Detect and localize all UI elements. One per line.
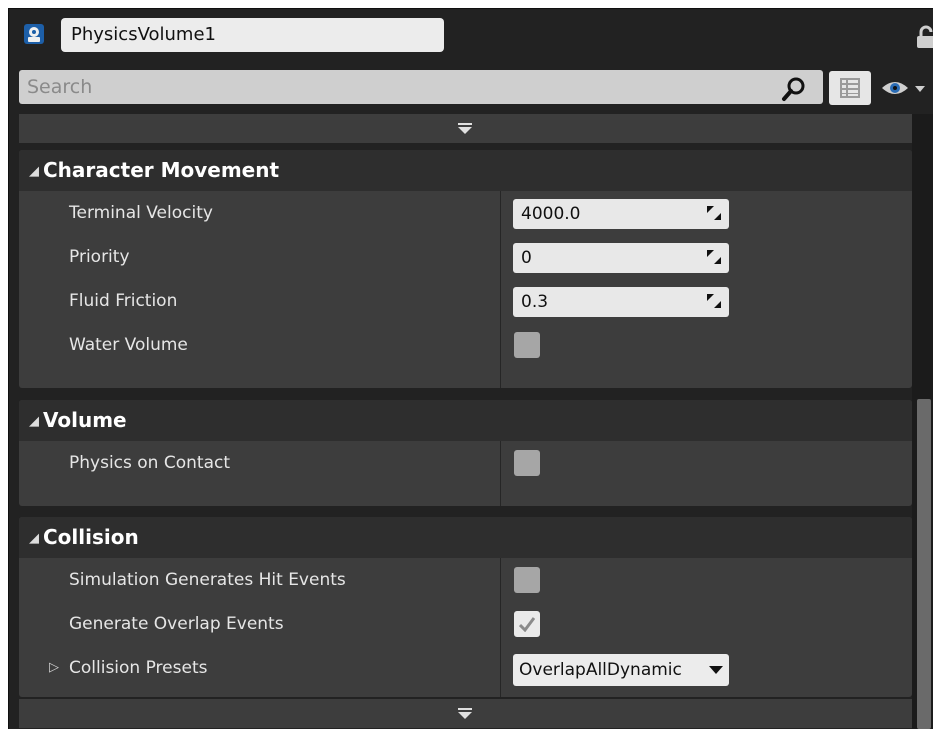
details-panel: PhysicsVolume1 Search ◢ Character Moveme… — [8, 8, 933, 729]
property-row: Terminal Velocity 4000.0 — [19, 191, 912, 235]
search-icon[interactable] — [781, 76, 807, 102]
physics-on-contact-checkbox[interactable] — [514, 450, 540, 476]
water-volume-checkbox[interactable] — [514, 332, 540, 358]
category-volume: ◢ Volume Physics on Contact — [19, 400, 912, 506]
chevron-down-icon — [709, 666, 723, 674]
drag-handle-icon[interactable] — [707, 250, 721, 264]
advanced-toggle-bottom[interactable] — [19, 699, 912, 728]
property-label: Physics on Contact — [69, 453, 230, 473]
category-title: Character Movement — [43, 158, 280, 182]
drag-handle-icon[interactable] — [707, 206, 721, 220]
dropdown-value: OverlapAllDynamic — [519, 660, 682, 680]
property-label: Fluid Friction — [69, 291, 178, 311]
advanced-toggle-top[interactable] — [19, 114, 912, 143]
hit-events-checkbox[interactable] — [514, 567, 540, 593]
property-label: Priority — [69, 247, 130, 267]
expand-arrow-icon[interactable]: ▷ — [49, 646, 59, 690]
property-row: Physics on Contact — [19, 441, 912, 485]
collapse-arrow-icon: ◢ — [29, 414, 39, 429]
field-value: 4000.0 — [521, 204, 581, 224]
collapse-arrow-icon: ◢ — [29, 164, 39, 179]
property-row: Priority 0 — [19, 235, 912, 279]
category-character-movement: ◢ Character Movement Terminal Velocity 40… — [19, 150, 912, 388]
search-input[interactable]: Search — [19, 70, 823, 104]
category-header[interactable]: ◢ Volume — [19, 400, 912, 441]
category-title: Volume — [43, 408, 127, 432]
category-title: Collision — [43, 525, 139, 549]
fluid-friction-field[interactable]: 0.3 — [513, 287, 729, 317]
property-label: Simulation Generates Hit Events — [69, 570, 346, 590]
overlap-events-checkbox[interactable] — [514, 611, 540, 637]
actor-name-field[interactable]: PhysicsVolume1 — [61, 18, 444, 52]
property-label: Generate Overlap Events — [69, 614, 284, 634]
category-collision: ◢ Collision Simulation Generates Hit Even… — [19, 517, 912, 697]
expand-arrow-icon — [458, 708, 472, 719]
field-value: 0 — [521, 248, 532, 268]
priority-field[interactable]: 0 — [513, 243, 729, 273]
category-header[interactable]: ◢ Character Movement — [19, 150, 912, 191]
property-row: Generate Overlap Events — [19, 602, 912, 646]
property-label: Terminal Velocity — [69, 203, 213, 223]
property-label: Collision Presets — [69, 658, 208, 678]
expand-arrow-icon — [458, 123, 472, 134]
lock-icon[interactable] — [915, 25, 933, 49]
category-header[interactable]: ◢ Collision — [19, 517, 912, 558]
field-value: 0.3 — [521, 292, 549, 312]
property-row: Water Volume — [19, 323, 912, 367]
collapse-arrow-icon: ◢ — [29, 531, 39, 546]
property-row: ▷ Collision Presets OverlapAllDynamic — [19, 646, 912, 690]
eye-icon[interactable] — [879, 75, 933, 101]
grid-icon — [840, 78, 860, 98]
actor-icon — [23, 23, 45, 45]
property-row: Simulation Generates Hit Events — [19, 558, 912, 602]
property-label: Water Volume — [69, 335, 188, 355]
view-options-button[interactable] — [829, 71, 871, 105]
drag-handle-icon[interactable] — [707, 294, 721, 308]
terminal-velocity-field[interactable]: 4000.0 — [513, 199, 729, 229]
scrollbar-thumb[interactable] — [917, 399, 931, 729]
checkmark-icon — [519, 617, 535, 632]
collision-presets-dropdown[interactable]: OverlapAllDynamic — [513, 654, 729, 686]
property-row: Fluid Friction 0.3 — [19, 279, 912, 323]
